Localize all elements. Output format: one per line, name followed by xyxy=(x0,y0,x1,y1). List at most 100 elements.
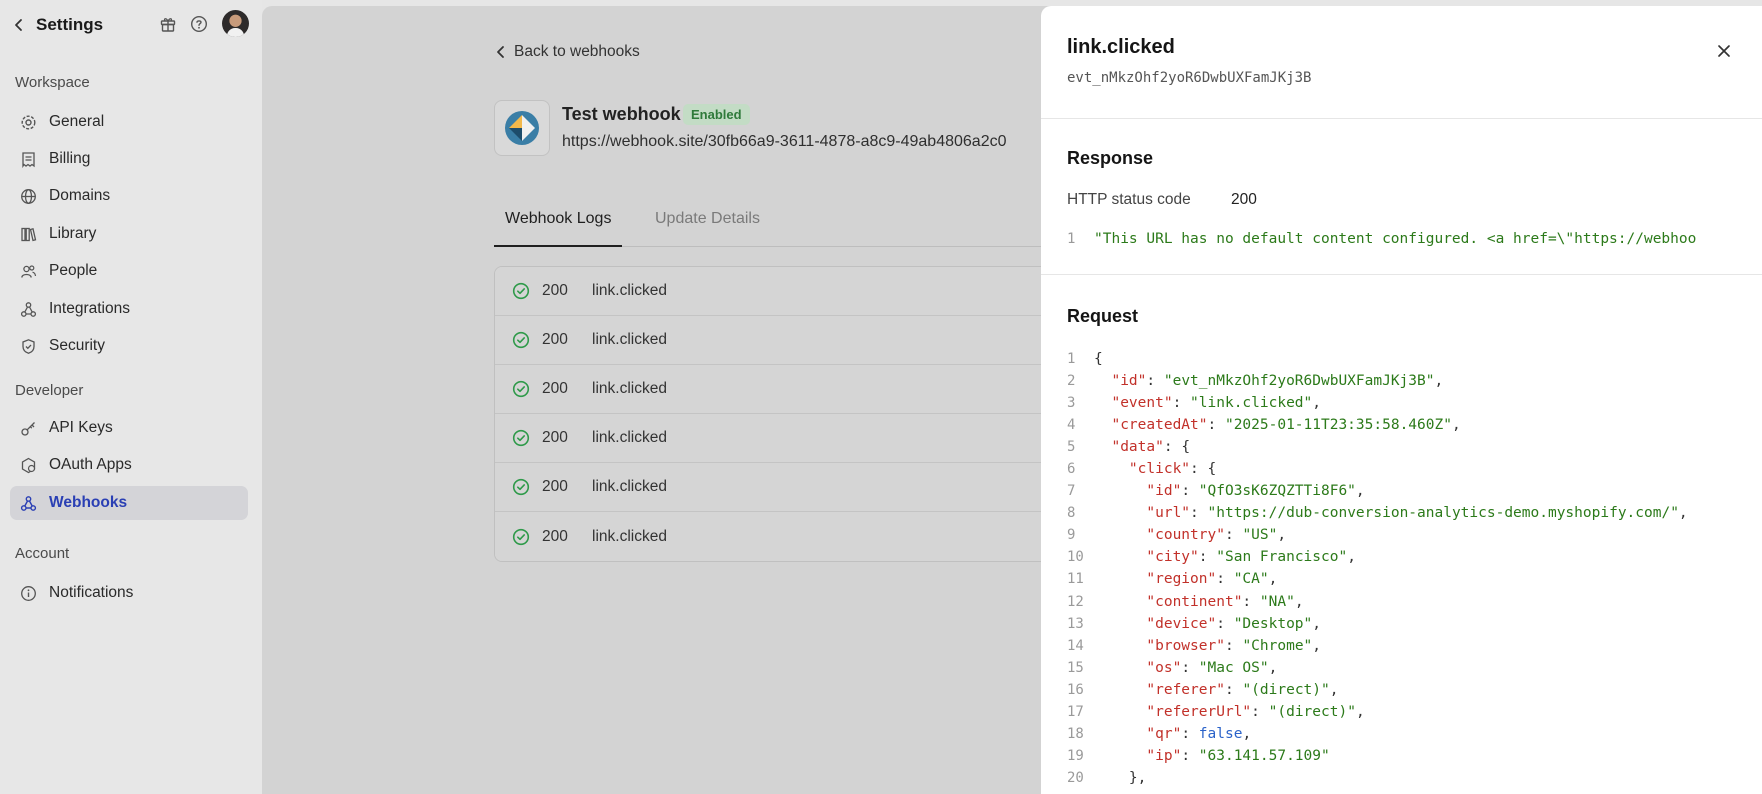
table-row[interactable]: 200 link.clicked xyxy=(495,267,1053,316)
json-separator: : xyxy=(1163,439,1182,456)
webhook-icon xyxy=(19,494,37,512)
json-punctuation: , xyxy=(1678,505,1688,522)
sidebar-item-label: Library xyxy=(49,225,97,242)
json-separator: : xyxy=(1242,593,1260,610)
code-line: 14 "browser": "Chrome", xyxy=(1067,635,1747,657)
json-key: "event" xyxy=(1111,395,1173,412)
code-line: 11 "region": "CA", xyxy=(1067,568,1747,590)
json-separator: : xyxy=(1251,703,1269,720)
gear-icon xyxy=(19,113,37,131)
json-value: "2025-01-11T23:35:58.460Z" xyxy=(1224,417,1452,434)
info-icon xyxy=(19,584,37,602)
code-line: 16 "referer": "(direct)", xyxy=(1067,679,1747,701)
json-value: { xyxy=(1094,351,1103,367)
line-number: 16 xyxy=(1067,681,1084,698)
check-circle-icon xyxy=(512,282,530,300)
json-punctuation: , xyxy=(1312,615,1322,632)
sidebar-item-general[interactable]: General xyxy=(10,105,248,139)
json-punctuation: , xyxy=(1347,549,1356,566)
json-value: "(direct)" xyxy=(1268,703,1356,720)
json-separator: : xyxy=(1146,373,1164,390)
json-separator: : xyxy=(1190,461,1208,478)
sidebar-title: Settings xyxy=(36,15,104,34)
log-event: link.clicked xyxy=(592,429,667,446)
json-value: false xyxy=(1198,725,1243,742)
json-separator: : xyxy=(1216,615,1234,632)
tab-webhook-logs[interactable]: Webhook Logs xyxy=(505,210,611,228)
gift-icon[interactable] xyxy=(158,14,178,34)
request-body-code[interactable]: 1{2 "id": "evt_nMkzOhf2yoR6DwbUXFamJKj3B… xyxy=(1067,348,1747,794)
check-circle-icon xyxy=(512,478,530,496)
sidebar-item-label: Notifications xyxy=(49,584,134,601)
line-number: 4 xyxy=(1067,417,1076,434)
sidebar-item-integrations[interactable]: Integrations xyxy=(10,292,248,326)
close-icon[interactable] xyxy=(1712,39,1736,63)
tab-update-details[interactable]: Update Details xyxy=(655,210,760,228)
code-line: 20 }, xyxy=(1067,767,1747,789)
json-punctuation: , xyxy=(1294,593,1304,610)
http-status-label: HTTP status code xyxy=(1067,191,1191,208)
code-line: 19 "ip": "63.141.57.109" xyxy=(1067,745,1747,767)
log-event: link.clicked xyxy=(592,282,667,299)
json-key: "os" xyxy=(1146,659,1182,676)
back-link-label: Back to webhooks xyxy=(514,43,640,60)
sidebar-item-oauth-apps[interactable]: OAuth Apps xyxy=(10,448,248,482)
webhook-logo xyxy=(494,100,550,156)
table-row[interactable]: 200 link.clicked xyxy=(495,365,1053,414)
sidebar-item-notifications[interactable]: Notifications xyxy=(10,576,248,610)
webhook-logs-table: 200 link.clicked 200 link.clicked 200 li… xyxy=(494,266,1054,562)
json-key: "device" xyxy=(1146,615,1217,632)
sidebar-item-label: Webhooks xyxy=(49,494,128,511)
table-row[interactable]: 200 link.clicked xyxy=(495,316,1053,365)
json-punctuation: , xyxy=(1268,571,1278,588)
code-line: 3 "event": "link.clicked", xyxy=(1067,392,1747,414)
integrations-icon xyxy=(19,300,37,318)
help-icon[interactable] xyxy=(189,14,209,34)
code-line: 12 "continent": "NA", xyxy=(1067,591,1747,613)
json-key: "click" xyxy=(1128,461,1191,478)
sidebar-item-domains[interactable]: Domains xyxy=(10,179,248,213)
sidebar-item-security[interactable]: Security xyxy=(10,329,248,363)
json-separator: : xyxy=(1198,549,1217,566)
avatar[interactable] xyxy=(222,10,249,37)
json-key: "qr" xyxy=(1146,725,1182,742)
sidebar-item-label: Billing xyxy=(49,150,91,167)
sidebar-item-billing[interactable]: Billing xyxy=(10,142,248,176)
sidebar-item-webhooks[interactable]: Webhooks xyxy=(10,486,248,520)
json-separator: : xyxy=(1224,527,1243,544)
sidebar-item-label: General xyxy=(49,113,105,130)
response-body[interactable]: 1 "This URL has no default content config… xyxy=(1067,231,1740,253)
line-number: 12 xyxy=(1067,593,1084,610)
json-key: "country" xyxy=(1146,527,1225,544)
panel-divider xyxy=(1041,274,1762,275)
json-separator: : xyxy=(1190,505,1208,522)
line-number: 18 xyxy=(1067,725,1084,742)
line-number: 1 xyxy=(1067,231,1076,247)
library-icon xyxy=(19,225,37,243)
sidebar-item-library[interactable]: Library xyxy=(10,217,248,251)
back-chevron-icon[interactable] xyxy=(10,15,28,35)
json-value: "evt_nMkzOhf2yoR6DwbUXFamJKj3B" xyxy=(1163,373,1435,390)
json-separator: : xyxy=(1181,659,1199,676)
json-value: "link.clicked" xyxy=(1190,395,1313,412)
line-number: 19 xyxy=(1067,747,1084,764)
json-key: "ip" xyxy=(1146,747,1182,764)
table-row[interactable]: 200 link.clicked xyxy=(495,414,1053,463)
sidebar-item-label: Domains xyxy=(49,187,111,204)
code-line: 2 "id": "evt_nMkzOhf2yoR6DwbUXFamJKj3B", xyxy=(1067,370,1747,392)
line-number: 2 xyxy=(1067,373,1076,390)
table-row[interactable]: 200 link.clicked xyxy=(495,512,1053,561)
check-circle-icon xyxy=(512,528,530,545)
receipt-icon xyxy=(19,150,37,168)
sidebar-item-api-keys[interactable]: API Keys xyxy=(10,411,248,445)
response-heading: Response xyxy=(1067,148,1154,168)
back-to-webhooks-link[interactable]: Back to webhooks xyxy=(496,43,640,61)
table-row[interactable]: 200 link.clicked xyxy=(495,463,1053,512)
json-key: "continent" xyxy=(1146,593,1243,610)
json-key: "city" xyxy=(1146,549,1199,566)
sidebar-item-people[interactable]: People xyxy=(10,254,248,288)
